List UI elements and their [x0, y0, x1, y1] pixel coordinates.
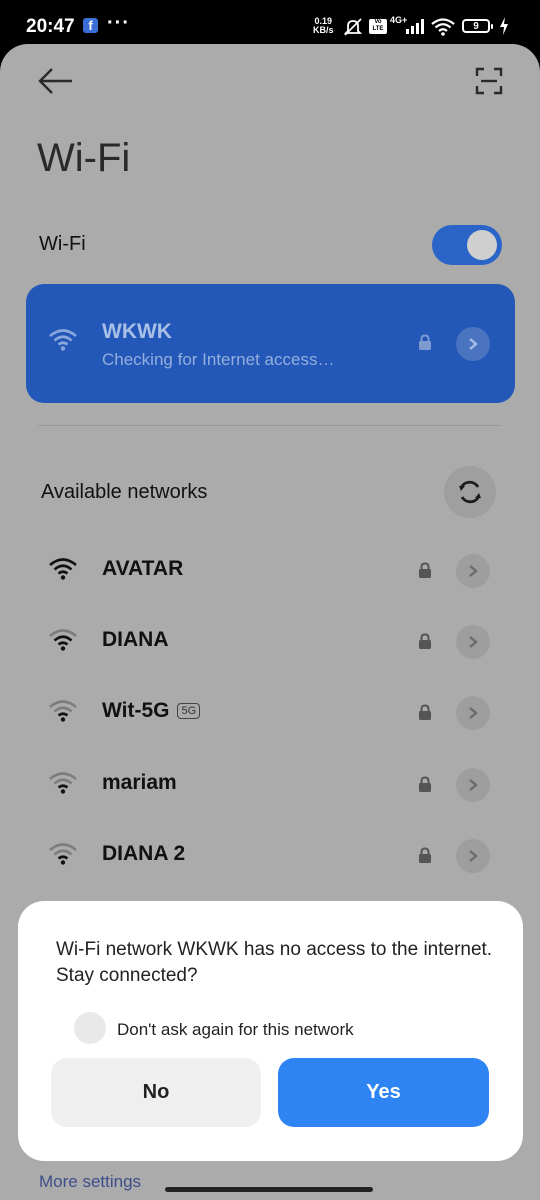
chevron-right-icon [469, 565, 478, 577]
network-details-button[interactable] [456, 839, 490, 873]
chevron-right-icon [469, 779, 478, 791]
battery-icon: 9 [462, 19, 493, 33]
lock-icon [419, 562, 431, 578]
chevron-right-icon [469, 850, 478, 862]
status-time: 20:47 [26, 16, 75, 37]
network-row[interactable]: DIANA 2 [0, 826, 540, 886]
refresh-networks-button[interactable] [444, 466, 496, 518]
lock-icon [419, 704, 431, 720]
network-details-button[interactable] [456, 696, 490, 730]
dialog-message: Wi-Fi network WKWK has no access to the … [56, 939, 493, 986]
volte-icon: Vo LTE [369, 19, 387, 34]
wifi-signal-icon [49, 629, 77, 651]
wifi-signal-icon [49, 843, 77, 865]
home-indicator[interactable] [165, 1187, 373, 1192]
wifi-signal-icon [49, 558, 77, 580]
battery-level: 9 [473, 21, 479, 32]
more-settings-link[interactable]: More settings [39, 1172, 141, 1192]
back-arrow-icon [38, 68, 72, 94]
dont-ask-again-label[interactable]: Don't ask again for this network [117, 1020, 354, 1040]
network-row[interactable]: mariam [0, 755, 540, 815]
network-row[interactable]: Wit-5G 5G [0, 683, 540, 743]
qr-scan-icon [475, 67, 503, 95]
network-details-button[interactable] [456, 768, 490, 802]
facebook-notification-icon: f [83, 18, 98, 33]
network-name: mariam [102, 771, 177, 795]
chevron-right-icon [469, 707, 478, 719]
volte-badge-text: Vo LTE [372, 19, 384, 32]
chevron-right-icon [469, 338, 478, 350]
toggle-knob [467, 230, 497, 260]
refresh-icon [459, 480, 481, 504]
network-details-button[interactable] [456, 554, 490, 588]
yes-button[interactable]: Yes [278, 1058, 489, 1127]
qr-scan-button[interactable] [474, 66, 504, 96]
connected-network-details-button[interactable] [456, 327, 490, 361]
lock-icon [419, 334, 431, 350]
back-button[interactable] [36, 66, 76, 96]
connected-network-card[interactable]: WKWK Checking for Internet access… [26, 284, 515, 403]
wifi-signal-icon [49, 700, 77, 722]
available-networks-label: Available networks [41, 481, 208, 503]
more-notifications-icon: ··· [107, 12, 130, 34]
network-name-text: Wit-5G [102, 699, 170, 722]
network-name: DIANA 2 [102, 842, 185, 866]
network-name: AVATAR [102, 557, 183, 581]
network-name: Wit-5G 5G [102, 699, 201, 723]
no-internet-dialog: Wi-Fi network WKWK has no access to the … [18, 901, 523, 1161]
network-name-text: mariam [102, 771, 177, 794]
lock-icon [419, 776, 431, 792]
connected-network-name: WKWK [102, 320, 172, 343]
network-name-text: DIANA 2 [102, 842, 186, 865]
network-speed-unit: KB/s [313, 25, 334, 35]
network-name-text: DIANA [102, 628, 169, 651]
chevron-right-icon [469, 636, 478, 648]
network-details-button[interactable] [456, 625, 490, 659]
wifi-signal-icon [49, 772, 77, 794]
lock-icon [419, 847, 431, 863]
network-row[interactable]: AVATAR [0, 541, 540, 601]
charging-icon [500, 17, 508, 35]
divider [38, 425, 502, 426]
wifi-toggle-label: Wi-Fi [39, 233, 86, 255]
network-name-text: AVATAR [102, 557, 184, 580]
network-row[interactable]: DIANA [0, 612, 540, 672]
signal-icon [406, 19, 424, 34]
dont-ask-again-checkbox[interactable] [74, 1012, 106, 1044]
network-speed: 0.19 KB/s [313, 17, 334, 35]
network-name: DIANA [102, 628, 169, 652]
wifi-icon [431, 18, 455, 36]
band-badge: 5G [177, 703, 201, 719]
no-button[interactable]: No [51, 1058, 261, 1127]
mute-icon [343, 18, 363, 36]
connected-network-status: Checking for Internet access… [102, 350, 335, 369]
wifi-signal-icon [49, 329, 77, 351]
lock-icon [419, 633, 431, 649]
status-bar: 20:47 f ··· 0.19 KB/s Vo LTE 4G+ 9 [0, 0, 540, 44]
page-title: Wi-Fi [37, 136, 131, 180]
wifi-toggle-switch[interactable] [432, 225, 502, 265]
